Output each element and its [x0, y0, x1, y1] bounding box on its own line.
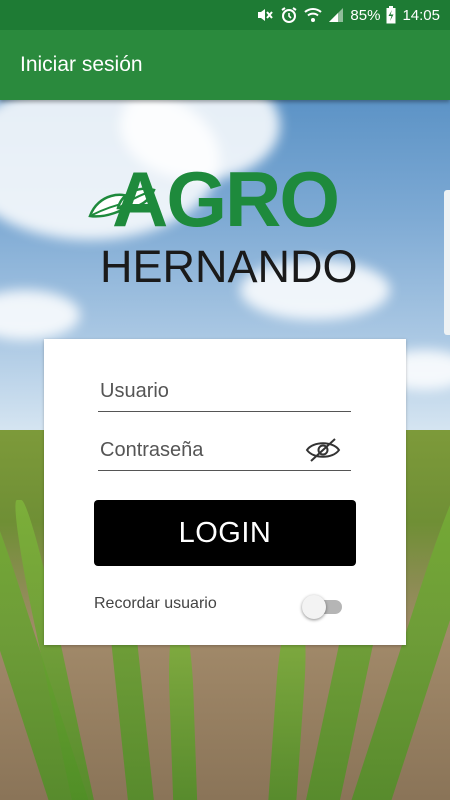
- mute-icon: [256, 7, 274, 23]
- clock: 14:05: [402, 6, 440, 24]
- battery-charging-icon: [386, 6, 396, 24]
- signal-icon: [328, 7, 344, 23]
- scroll-indicator: [444, 190, 450, 335]
- username-field[interactable]: Usuario: [98, 372, 351, 412]
- login-button[interactable]: LOGIN: [94, 500, 356, 566]
- password-field[interactable]: Contraseña: [98, 431, 351, 471]
- toggle-password-visibility-icon[interactable]: [305, 437, 341, 469]
- page-title: Iniciar sesión: [20, 53, 143, 76]
- login-button-label: LOGIN: [178, 516, 272, 549]
- wifi-icon: [304, 7, 323, 23]
- agro-hernando-logo: AGRO HERNANDO: [88, 155, 368, 292]
- remember-user-toggle[interactable]: [302, 595, 344, 619]
- status-bar: 85% 14:05: [0, 0, 450, 30]
- remember-user-label: Recordar usuario: [94, 595, 217, 612]
- battery-percent: 85%: [350, 6, 381, 24]
- password-placeholder: Contraseña: [100, 439, 204, 461]
- toggle-thumb: [302, 595, 326, 619]
- logo-agro-text: AGRO: [112, 155, 340, 243]
- username-placeholder: Usuario: [100, 380, 169, 402]
- logo-hernando-text: HERNANDO: [100, 241, 358, 292]
- app-bar: Iniciar sesión: [0, 30, 450, 100]
- login-card: Usuario Contraseña LOGIN Recordar usuari…: [44, 339, 406, 645]
- alarm-icon: [280, 6, 298, 24]
